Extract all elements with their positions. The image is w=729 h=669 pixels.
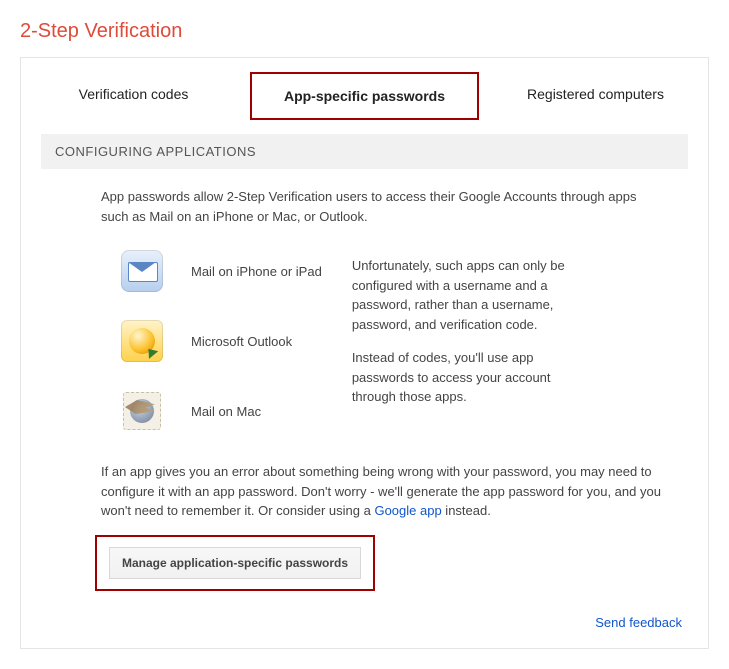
tab-verification-codes[interactable]: Verification codes	[21, 72, 246, 120]
apps-list: Mail on iPhone or iPad Microsoft Outlook…	[101, 250, 322, 432]
side-explanation: Unfortunately, such apps can only be con…	[352, 250, 572, 432]
app-label: Mail on Mac	[191, 404, 261, 419]
list-item: Mail on iPhone or iPad	[121, 250, 322, 292]
apps-row: Mail on iPhone or iPad Microsoft Outlook…	[101, 250, 668, 432]
manage-app-passwords-button[interactable]: Manage application-specific passwords	[109, 547, 361, 579]
side-paragraph: Instead of codes, you'll use app passwor…	[352, 348, 572, 407]
main-panel: Verification codes App-specific password…	[20, 57, 709, 649]
manage-button-highlight: Manage application-specific passwords	[95, 535, 375, 591]
send-feedback-link[interactable]: Send feedback	[595, 615, 682, 630]
app-label: Mail on iPhone or iPad	[191, 264, 322, 279]
footer-text: If an app gives you an error about somet…	[101, 462, 661, 521]
tab-app-specific-passwords[interactable]: App-specific passwords	[250, 72, 479, 120]
tab-registered-computers[interactable]: Registered computers	[483, 72, 708, 120]
intro-text: App passwords allow 2-Step Verification …	[101, 187, 661, 226]
list-item: Mail on Mac	[121, 390, 322, 432]
outlook-icon	[121, 320, 163, 362]
footer-text-post: instead.	[442, 503, 491, 518]
page-title: 2-Step Verification	[20, 20, 709, 43]
google-app-link[interactable]: Google app	[374, 503, 441, 518]
side-paragraph: Unfortunately, such apps can only be con…	[352, 256, 572, 334]
mail-ios-icon	[121, 250, 163, 292]
content-area: App passwords allow 2-Step Verification …	[21, 187, 708, 607]
list-item: Microsoft Outlook	[121, 320, 322, 362]
tabs-row: Verification codes App-specific password…	[21, 58, 708, 134]
app-label: Microsoft Outlook	[191, 334, 292, 349]
mail-mac-icon	[121, 390, 163, 432]
feedback-row: Send feedback	[21, 607, 708, 648]
section-header: CONFIGURING APPLICATIONS	[41, 134, 688, 169]
